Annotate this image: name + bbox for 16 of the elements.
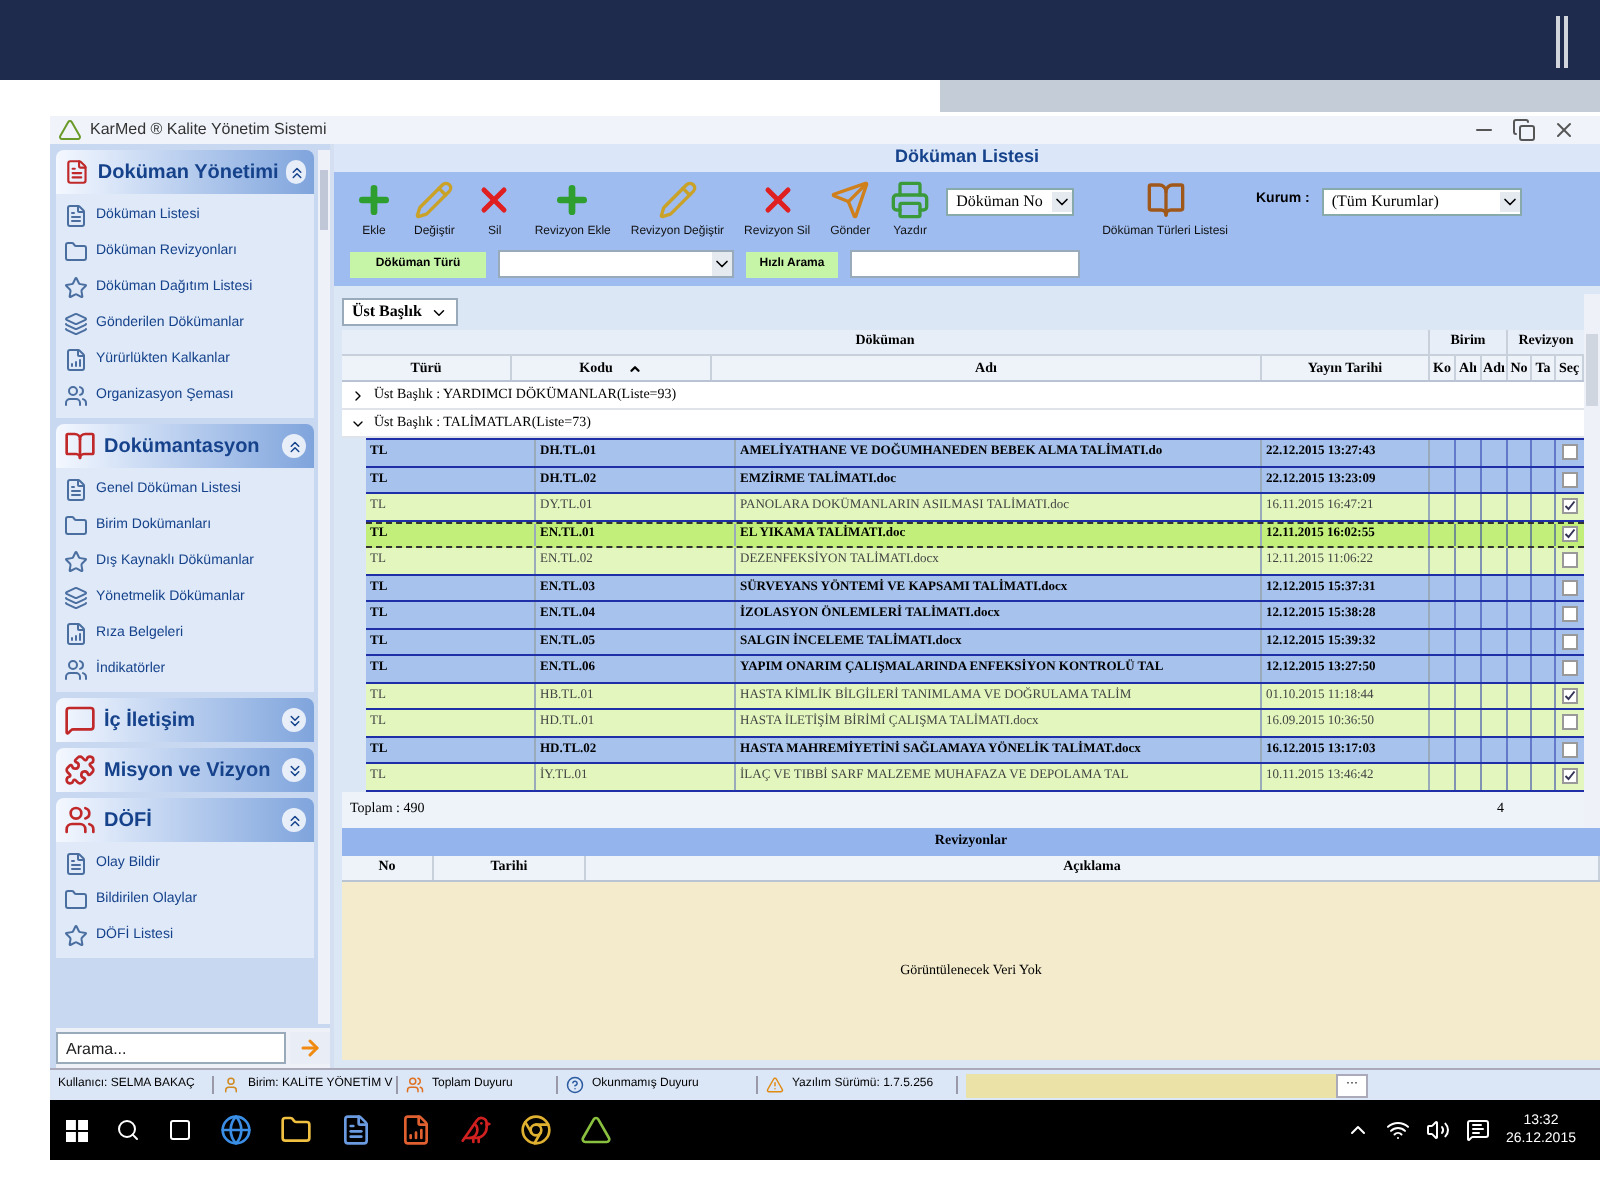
institution-select[interactable]: (Tüm Kurumlar) <box>1321 188 1522 216</box>
section-title: İç İletişim <box>104 706 196 735</box>
section-header[interactable]: DÖFİ <box>56 798 314 842</box>
group-by-select[interactable]: Üst Başlık <box>342 298 458 326</box>
section-header[interactable]: Misyon ve Vizyon <box>56 748 314 792</box>
section-title: DÖFİ <box>104 806 152 835</box>
section-title: Dokümantasyon <box>104 433 260 461</box>
sidebar-search-field[interactable]: Arama... <box>56 1032 286 1064</box>
section-title: Misyon ve Vizyon <box>104 757 271 785</box>
window-title: KarMed ® Kalite Yönetim Sistemi <box>90 118 327 142</box>
sort-select[interactable]: Döküman No <box>946 188 1075 216</box>
section-header[interactable]: Dokümantasyon <box>56 424 314 468</box>
panel-title: Döküman Listesi <box>334 144 1600 172</box>
section-header[interactable]: Doküman Yönetimi <box>56 150 314 194</box>
section-header[interactable]: İç İletişim <box>56 698 314 742</box>
section-title: Doküman Yönetimi <box>97 159 279 187</box>
